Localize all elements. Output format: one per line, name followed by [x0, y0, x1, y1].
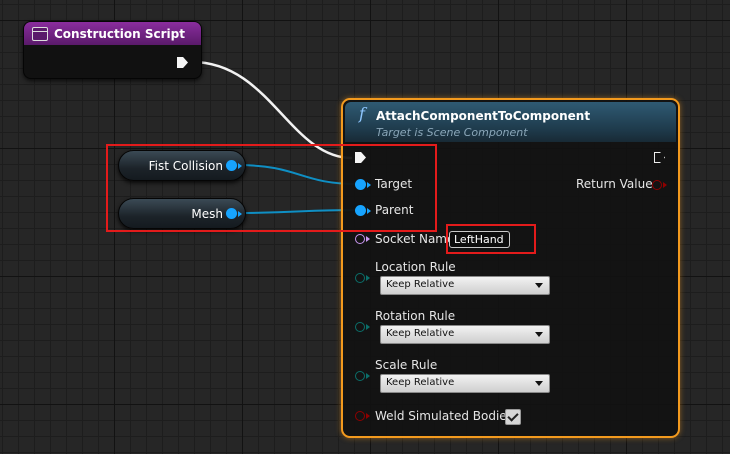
rotation-rule-arrow-icon: [366, 324, 370, 330]
location-rule-label: Location Rule: [375, 260, 456, 274]
scale-rule-value: Keep Relative: [386, 377, 455, 388]
rotation-rule-pin[interactable]: [355, 322, 365, 332]
construction-script-header: Construction Script: [24, 22, 201, 45]
function-header: f AttachComponentToComponent Target is S…: [345, 102, 676, 142]
return-value-arrow-icon: [663, 182, 667, 188]
function-subtitle: Target is Scene Component: [376, 126, 528, 139]
scale-rule-dropdown[interactable]: Keep Relative: [380, 374, 550, 393]
location-rule-dropdown[interactable]: Keep Relative: [380, 276, 550, 295]
script-icon: [32, 26, 48, 41]
scale-rule-label: Scale Rule: [375, 358, 438, 372]
location-rule-value: Keep Relative: [386, 279, 455, 290]
scale-rule-arrow-icon: [366, 373, 370, 379]
socket-name-pin[interactable]: [355, 234, 365, 244]
location-rule-arrow-icon: [366, 275, 370, 281]
construction-script-node[interactable]: Construction Script: [23, 21, 202, 79]
weld-pin[interactable]: [355, 411, 365, 421]
socket-name-arrow-icon: [366, 236, 370, 242]
chevron-down-icon: [535, 283, 543, 288]
function-title: AttachComponentToComponent: [376, 109, 591, 123]
chevron-down-icon: [535, 332, 543, 337]
weld-arrow-icon: [366, 413, 370, 419]
rotation-rule-dropdown[interactable]: Keep Relative: [380, 325, 550, 344]
weld-checkbox[interactable]: [505, 409, 521, 425]
return-value-label: Return Value: [576, 177, 653, 191]
weld-label: Weld Simulated Bodies: [375, 409, 513, 423]
rotation-rule-label: Rotation Rule: [375, 309, 456, 323]
rotation-rule-value: Keep Relative: [386, 328, 455, 339]
construction-script-title: Construction Script: [54, 26, 185, 41]
chevron-down-icon: [535, 381, 543, 386]
scale-rule-pin[interactable]: [355, 371, 365, 381]
highlight-box-socket: [446, 224, 536, 254]
socket-name-label: Socket Name: [375, 232, 455, 246]
location-rule-pin[interactable]: [355, 273, 365, 283]
return-value-pin[interactable]: [652, 180, 662, 190]
highlight-box-inputs: [106, 144, 437, 232]
function-icon: f: [359, 104, 365, 123]
